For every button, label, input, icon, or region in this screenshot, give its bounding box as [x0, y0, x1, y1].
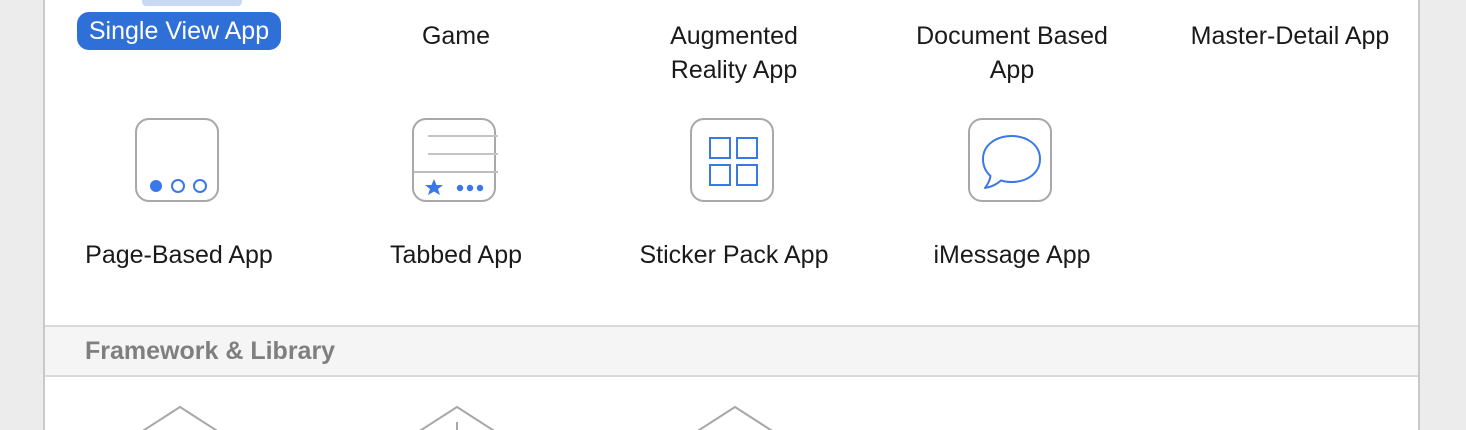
template-label: Document Based App: [916, 22, 1108, 84]
speech-bubble-icon: [968, 118, 1052, 202]
framework-template-icon[interactable]: [130, 404, 230, 430]
template-tabbed-app[interactable]: Tabbed App: [322, 118, 590, 278]
template-label: Sticker Pack App: [639, 241, 829, 269]
template-master-detail-app[interactable]: Master-Detail App: [1156, 19, 1418, 53]
template-page-based-app[interactable]: Page-Based App: [45, 118, 313, 278]
template-imessage-app[interactable]: iMessage App: [878, 118, 1146, 278]
scroll-stub: [142, 0, 242, 6]
template-label: Tabbed App: [389, 241, 523, 269]
section-header-framework-library: Framework & Library: [45, 325, 1418, 377]
template-label: iMessage App: [933, 241, 1091, 269]
section-title: Framework & Library: [85, 337, 336, 365]
template-label: Master-Detail App: [1190, 22, 1390, 50]
framework-template-icon[interactable]: [685, 404, 785, 430]
sticker-grid-icon: [690, 118, 774, 202]
template-label: Augmented Reality App: [670, 22, 798, 84]
template-chooser-panel: Single View App Game Augmented Reality A…: [43, 0, 1420, 430]
tab-bar-icon: [412, 118, 498, 202]
template-label: Game: [421, 22, 491, 50]
page-dots-icon: [135, 118, 219, 202]
template-label: Single View App: [76, 12, 282, 50]
framework-template-icon[interactable]: [407, 404, 507, 430]
template-sticker-pack-app[interactable]: Sticker Pack App: [600, 118, 868, 278]
template-augmented-reality-app[interactable]: Augmented Reality App: [600, 19, 868, 87]
template-single-view-app[interactable]: Single View App: [45, 12, 313, 50]
template-game[interactable]: Game: [322, 19, 590, 53]
template-label: Page-Based App: [85, 241, 273, 269]
template-document-based-app[interactable]: Document Based App: [878, 19, 1146, 87]
